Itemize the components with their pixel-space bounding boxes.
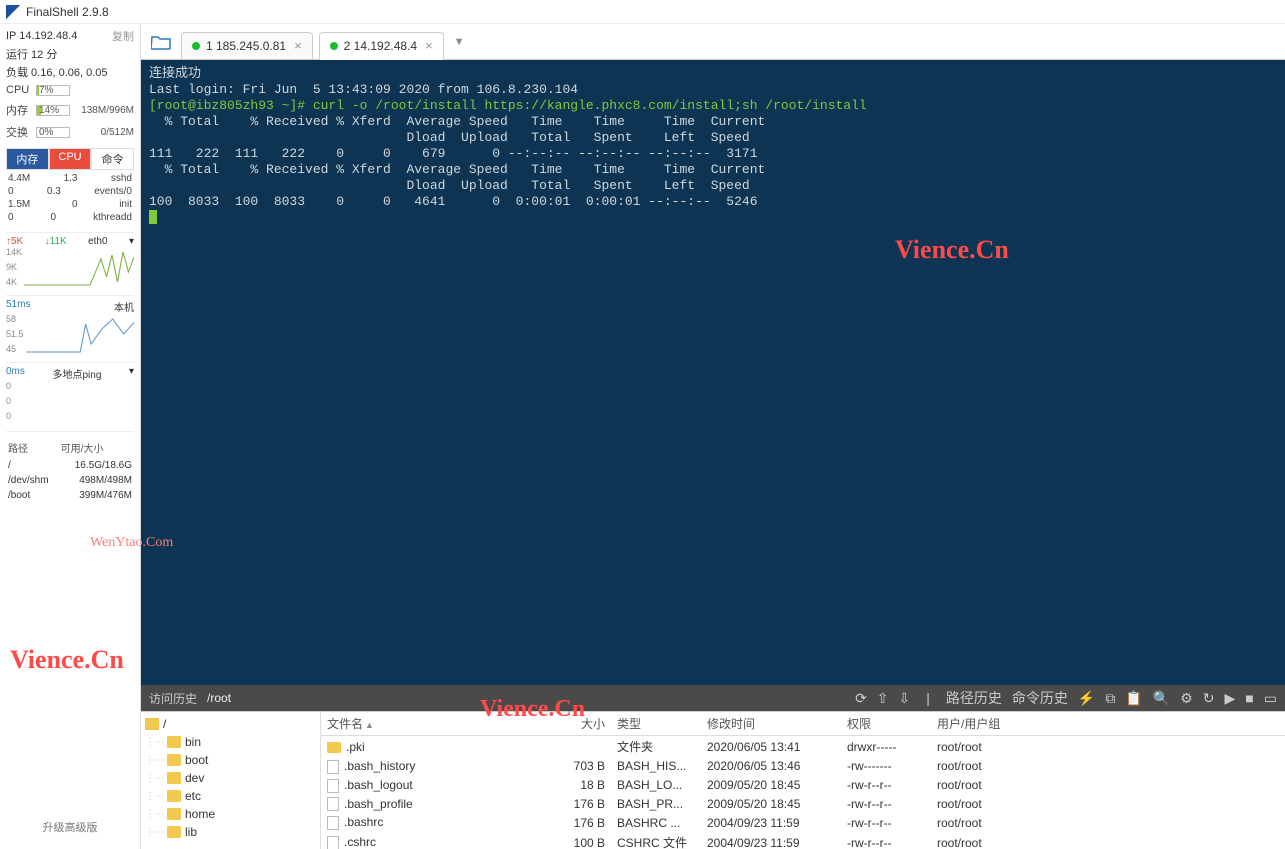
titlebar: FinalShell 2.9.8 [0, 0, 1285, 24]
tab-cpu[interactable]: CPU [49, 149, 92, 170]
gear-icon[interactable]: ⚙ [1180, 690, 1193, 707]
file-icon [327, 760, 339, 774]
file-row[interactable]: .bash_logout18 BBASH_LO...2009/05/20 18:… [321, 776, 1285, 795]
swap-extra: 0/512M [74, 127, 134, 138]
session-tab-2[interactable]: 2 14.192.48.4 × [319, 32, 444, 60]
bolt-icon[interactable]: ⚡ [1078, 690, 1095, 707]
uptime-label: 运行 12 分 [6, 46, 134, 62]
col-perm[interactable]: 权限 [841, 712, 931, 736]
open-folder-button[interactable] [147, 30, 175, 54]
app-logo-icon [6, 5, 20, 19]
file-table[interactable]: 文件名▲ 大小 类型 修改时间 权限 用户/用户组 .pki文件夹2020/06… [321, 712, 1285, 849]
tree-root[interactable]: / [145, 715, 316, 733]
tab-mem[interactable]: 内存 [6, 149, 49, 170]
stop-icon[interactable]: ■ [1245, 690, 1253, 706]
col-mtime[interactable]: 修改时间 [701, 712, 841, 736]
file-manager: / ⋮⋯bin ⋮⋯boot ⋮⋯dev ⋮⋯etc ⋮⋯home ⋮⋯lib … [141, 711, 1285, 849]
cpu-bar: 7% [36, 85, 70, 96]
path-history-label[interactable]: 路径历史 [946, 688, 1002, 708]
ping-dropdown-icon[interactable]: ▾ [129, 366, 134, 381]
folder-icon [167, 808, 181, 820]
col-owner[interactable]: 用户/用户组 [931, 712, 1285, 736]
tree-node[interactable]: ⋮⋯boot [145, 751, 316, 769]
file-icon [327, 836, 339, 849]
folder-icon [327, 742, 341, 753]
load-label: 负载 0.16, 0.06, 0.05 [6, 64, 134, 80]
sync-icon[interactable]: ↻ [1203, 690, 1215, 707]
history-label[interactable]: 访问历史 [149, 690, 197, 707]
file-row[interactable]: .cshrc100 BCSHRC 文件2004/09/23 11:59-rw-r… [321, 832, 1285, 849]
mem-extra: 138M/996M [74, 105, 134, 116]
tree-node[interactable]: ⋮⋯lib [145, 823, 316, 841]
net-dropdown-icon[interactable]: ▾ [129, 236, 134, 247]
session-tabs: 1 185.245.0.81 × 2 14.192.48.4 × ▼ [141, 24, 1285, 60]
file-row[interactable]: .pki文件夹2020/06/05 13:41drwxr-----root/ro… [321, 736, 1285, 758]
mem-label: 内存 [6, 102, 32, 118]
file-row[interactable]: .bash_profile176 BBASH_PR...2009/05/20 1… [321, 795, 1285, 814]
tree-node[interactable]: ⋮⋯etc [145, 787, 316, 805]
proc-tabs: 内存 CPU 命令 [6, 148, 134, 170]
file-icon [327, 779, 339, 793]
refresh-icon[interactable]: ⟳ [855, 690, 867, 707]
folder-tree[interactable]: / ⋮⋯bin ⋮⋯boot ⋮⋯dev ⋮⋯etc ⋮⋯home ⋮⋯lib [141, 712, 321, 849]
tree-node[interactable]: ⋮⋯home [145, 805, 316, 823]
folder-icon [167, 826, 181, 838]
current-path[interactable]: /root [207, 691, 231, 705]
swap-label: 交换 [6, 124, 32, 140]
folder-icon [167, 772, 181, 784]
app-title: FinalShell 2.9.8 [26, 5, 109, 19]
swap-bar: 0% [36, 127, 70, 138]
upload-icon[interactable]: ⇧ [877, 690, 889, 707]
cursor-icon [149, 210, 157, 224]
file-icon [327, 816, 339, 830]
folder-icon [167, 790, 181, 802]
cpu-label: CPU [6, 84, 32, 96]
search-icon[interactable]: 🔍 [1153, 690, 1170, 707]
watermark: Vience.Cn [480, 696, 585, 723]
latency-graph: 51ms本机 5851.545 [6, 295, 134, 354]
download-icon[interactable]: ⇩ [899, 690, 911, 707]
play-icon[interactable]: ▶ [1225, 690, 1236, 707]
close-icon[interactable]: × [294, 38, 302, 53]
copy-icon[interactable]: ⧉ [1105, 690, 1115, 707]
maximize-icon[interactable]: ▭ [1264, 690, 1277, 707]
mem-bar: 14% [36, 105, 70, 116]
col-type[interactable]: 类型 [611, 712, 701, 736]
watermark: Vience.Cn [10, 645, 124, 675]
upgrade-link[interactable]: 升级高级版 [6, 809, 134, 845]
cmd-history-label[interactable]: 命令历史 [1012, 688, 1068, 708]
ip-label: IP 14.192.48.4 [6, 30, 77, 42]
file-row[interactable]: .bash_history703 BBASH_HIS...2020/06/05 … [321, 757, 1285, 776]
copy-button[interactable]: 复制 [112, 28, 134, 44]
status-dot-icon [330, 42, 338, 50]
tab-cmd[interactable]: 命令 [91, 149, 134, 170]
bottom-toolbar: 访问历史 /root ⟳ ⇧ ⇩ | 路径历史 命令历史 ⚡ ⧉ 📋 🔍 ⚙ ↻… [141, 685, 1285, 711]
ping-graph: 0ms多地点ping▾ 000 [6, 362, 134, 421]
paste-icon[interactable]: 📋 [1125, 690, 1142, 707]
tree-node[interactable]: ⋮⋯bin [145, 733, 316, 751]
watermark: WenYtao.Com [90, 535, 173, 551]
disk-table: 路径可用/大小 /16.5G/18.6G /dev/shm498M/498M /… [6, 431, 134, 504]
folder-icon [167, 754, 181, 766]
session-tab-1[interactable]: 1 185.245.0.81 × [181, 32, 313, 60]
net-graph: ↑5K↓11Keth0▾ 14K9K4K [6, 232, 134, 287]
tree-node[interactable]: ⋮⋯dev [145, 769, 316, 787]
folder-icon [145, 718, 159, 730]
terminal[interactable]: 连接成功 Last login: Fri Jun 5 13:43:09 2020… [141, 60, 1285, 685]
close-icon[interactable]: × [425, 38, 433, 53]
watermark: Vience.Cn [895, 235, 1009, 265]
process-list: 4.4M1.3sshd 00.3events/0 1.5M0init 00kth… [6, 172, 134, 224]
file-row[interactable]: .bashrc176 BBASHRC ...2004/09/23 11:59-r… [321, 813, 1285, 832]
sidebar: IP 14.192.48.4 复制 运行 12 分 负载 0.16, 0.06,… [0, 24, 140, 849]
tabs-more-icon[interactable]: ▼ [454, 36, 465, 48]
status-dot-icon [192, 42, 200, 50]
file-icon [327, 797, 339, 811]
folder-icon [167, 736, 181, 748]
